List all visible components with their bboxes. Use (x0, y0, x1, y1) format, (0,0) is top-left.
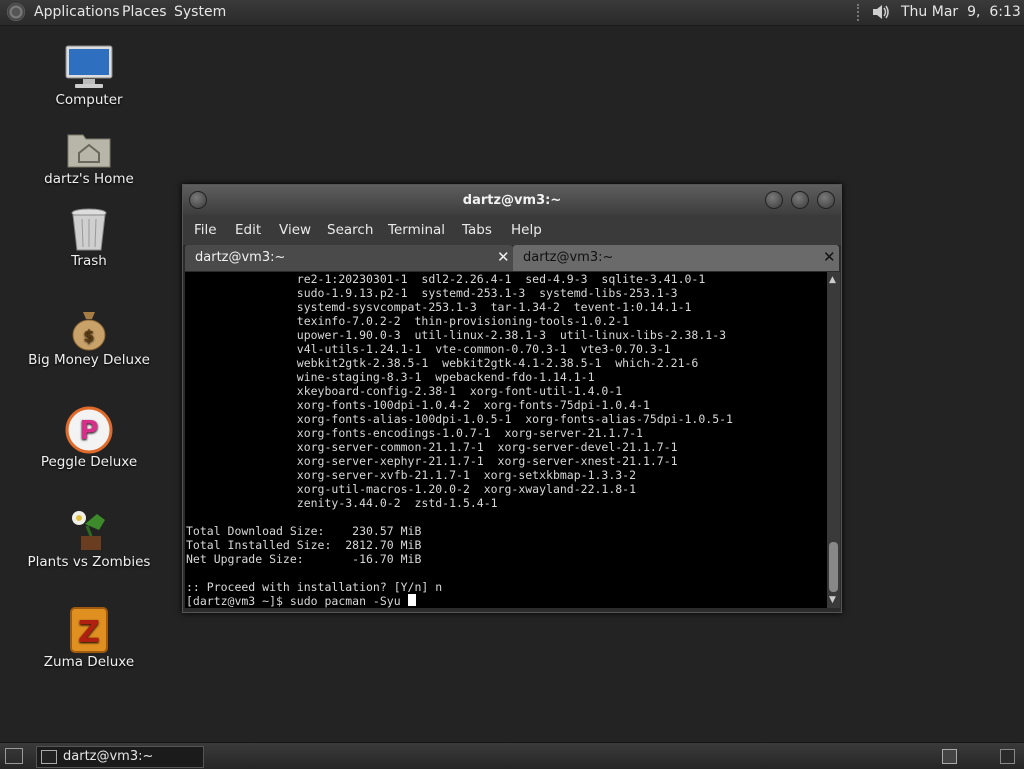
terminal-line: webkit2gtk-2.38.5-1 webkit2gtk-4.1-2.38.… (296, 356, 699, 370)
places-menu[interactable]: Places (122, 4, 167, 20)
trash-icon (71, 208, 107, 251)
terminal-line: :: Proceed with installation? [Y/n] n (186, 580, 443, 594)
desktop-icon-label: Trash (71, 253, 107, 269)
plants-vs-zombies-icon (72, 511, 105, 550)
top-panel: Applications Places System Thu Mar 9, 6:… (0, 0, 1024, 26)
desktop-icon-label: Plants vs Zombies (27, 554, 151, 570)
desktop-icon-peggle[interactable]: P Peggle Deluxe (18, 406, 160, 470)
terminal-line: xorg-server-xephyr-21.1.7-1 xorg-server-… (296, 454, 678, 468)
terminal-line: zenity-3.44.0-2 zstd-1.5.4-1 (296, 496, 498, 510)
terminal-line: texinfo-7.0.2-2 thin-provisioning-tools-… (296, 314, 630, 328)
panel-handle[interactable] (857, 4, 863, 21)
desktop-icon-label: Zuma Deluxe (43, 654, 135, 670)
menu-view[interactable]: View (279, 222, 311, 238)
menu-help[interactable]: Help (511, 222, 542, 238)
svg-text:$: $ (83, 326, 94, 345)
desktop-icon-plants-vs-zombies[interactable]: Plants vs Zombies (18, 506, 160, 570)
terminal-line: xorg-server-xvfb-21.1.7-1 xorg-setxkbmap… (296, 468, 637, 482)
terminal-titlebar[interactable]: dartz@vm3:~ (183, 185, 841, 215)
terminal-line: wine-staging-8.3-1 wpebackend-fdo-1.14.1… (296, 370, 595, 384)
maximize-button[interactable] (791, 191, 809, 209)
terminal-line: xorg-fonts-100dpi-1.0.4-2 xorg-fonts-75d… (296, 398, 650, 412)
bottom-panel: dartz@vm3:~ (0, 742, 1024, 769)
terminal-window: dartz@vm3:~ File Edit View Search Termin… (182, 184, 842, 613)
menu-terminal[interactable]: Terminal (388, 222, 445, 238)
terminal-line: upower-1.90.0-3 util-linux-2.38.1-3 util… (296, 328, 727, 342)
tab-bar: dartz@vm3:~ ✕ dartz@vm3:~ ✕ (183, 245, 841, 271)
terminal-line: systemd-sysvcompat-253.1-3 tar-1.34-2 te… (296, 300, 692, 314)
menu-search[interactable]: Search (327, 222, 373, 238)
desktop-icon-trash[interactable]: Trash (18, 207, 160, 269)
zuma-icon: Z (70, 607, 108, 653)
desktop-icon-label: dartz's Home (44, 171, 134, 187)
scrollbar[interactable]: ▲ ▼ (827, 272, 840, 608)
terminal-cursor (407, 594, 416, 606)
show-desktop-icon[interactable] (5, 748, 23, 764)
taskbar-terminal-button[interactable]: dartz@vm3:~ (36, 746, 204, 768)
tab-1[interactable]: dartz@vm3:~ ✕ (185, 245, 513, 271)
taskbar-label: dartz@vm3:~ (63, 749, 154, 764)
desktop-icon-label: Big Money Deluxe (28, 352, 150, 368)
scroll-up-arrow-icon[interactable]: ▲ (829, 275, 836, 285)
terminal-line: Total Download Size: 230.57 MiB (186, 524, 422, 538)
workspace-switcher[interactable] (942, 749, 957, 764)
terminal-line: Net Upgrade Size: -16.70 MiB (186, 552, 422, 566)
close-button[interactable] (817, 191, 835, 209)
menu-edit[interactable]: Edit (235, 222, 261, 238)
desktop-icon-home[interactable]: dartz's Home (18, 127, 160, 187)
scrollbar-thumb[interactable] (829, 542, 838, 592)
desktop-icon-big-money[interactable]: $ Big Money Deluxe (18, 308, 160, 368)
terminal-icon (41, 750, 57, 764)
terminal-line: xkeyboard-config-2.38-1 xorg-font-util-1… (296, 384, 623, 398)
menu-tabs[interactable]: Tabs (462, 222, 492, 238)
home-folder-icon (67, 134, 111, 168)
peggle-icon: P (65, 406, 113, 454)
money-bag-icon: $ (72, 312, 106, 351)
tab-label: dartz@vm3:~ (523, 250, 614, 265)
applications-menu[interactable]: Applications (34, 4, 120, 20)
desktop-icon-zuma[interactable]: Z Zuma Deluxe (18, 606, 160, 670)
terminal-line: re2-1:20230301-1 sdl2-2.26.4-1 sed-4.9-3… (296, 272, 706, 286)
terminal-line: xorg-fonts-alias-100dpi-1.0.5-1 xorg-fon… (296, 412, 733, 426)
terminal-menubar: File Edit View Search Terminal Tabs Help (183, 215, 841, 245)
window-title: dartz@vm3:~ (462, 193, 562, 208)
terminal-text: re2-1:20230301-1 sdl2-2.26.4-1 sed-4.9-3… (185, 272, 827, 608)
volume-icon[interactable] (870, 2, 892, 22)
terminal-output[interactable]: re2-1:20230301-1 sdl2-2.26.4-1 sed-4.9-3… (185, 272, 827, 608)
terminal-line: xorg-util-macros-1.20.0-2 xorg-xwayland-… (296, 482, 637, 496)
tab-close-icon[interactable]: ✕ (497, 248, 510, 266)
terminal-prompt: [dartz@vm3 ~]$ sudo pacman -Syu (186, 594, 408, 608)
desktop-icon-label: Peggle Deluxe (40, 454, 138, 470)
terminal-line: sudo-1.9.13.p2-1 systemd-253.1-3 systemd… (296, 286, 678, 300)
terminal-line: Total Installed Size: 2812.70 MiB (186, 538, 422, 552)
svg-text:Z: Z (78, 615, 100, 650)
tab-close-icon[interactable]: ✕ (823, 248, 836, 266)
scroll-down-arrow-icon[interactable]: ▼ (829, 595, 836, 605)
desktop-icon-label: Computer (55, 92, 123, 108)
clock[interactable]: Thu Mar 9, 6:13 PM (901, 4, 1024, 20)
terminal-line: v4l-utils-1.24.1-1 vte-common-0.70.3-1 v… (296, 342, 671, 356)
applications-logo-icon[interactable] (7, 3, 25, 21)
terminal-line: xorg-server-common-21.1.7-1 xorg-server-… (296, 440, 678, 454)
minimize-button[interactable] (765, 191, 783, 209)
svg-text:P: P (79, 416, 98, 446)
tab-label: dartz@vm3:~ (195, 250, 286, 265)
menu-file[interactable]: File (194, 222, 217, 238)
computer-icon (65, 45, 113, 88)
tab-2[interactable]: dartz@vm3:~ ✕ (513, 245, 839, 271)
trash-applet-icon[interactable] (1000, 749, 1015, 764)
terminal-line: xorg-fonts-encodings-1.0.7-1 xorg-server… (296, 426, 643, 440)
desktop-icon-computer[interactable]: Computer (18, 44, 160, 108)
system-menu[interactable]: System (174, 4, 226, 20)
